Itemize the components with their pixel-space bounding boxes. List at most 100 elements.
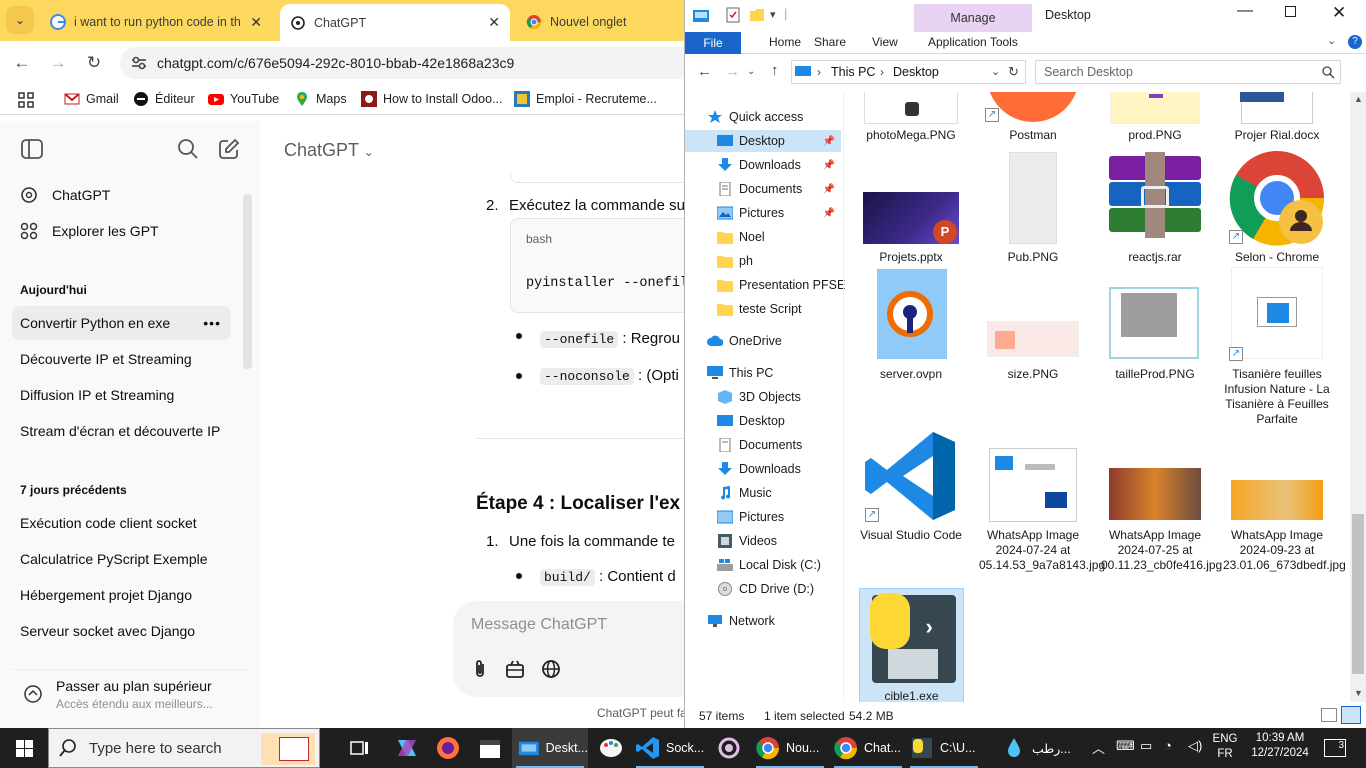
nav-folder-ph[interactable]: ph <box>717 250 753 272</box>
taskbar-app-python-console[interactable]: C:\U... <box>906 728 982 768</box>
address-bar[interactable]: › This PC › Desktop ⌄ ↻ <box>791 60 1026 84</box>
nav-music[interactable]: Music <box>717 482 772 504</box>
nav-folder-presentation[interactable]: Presentation PFSEN <box>717 274 854 296</box>
taskbar-app-vscode[interactable]: Sock... <box>632 728 708 768</box>
forward-icon[interactable]: → <box>46 52 70 74</box>
taskbar-search[interactable]: Type here to search <box>48 728 320 768</box>
scrollbar-thumb[interactable] <box>1352 514 1364 674</box>
refresh-icon[interactable]: ↻ <box>1008 64 1019 80</box>
recent-locations-icon[interactable]: ⌄ <box>747 66 755 77</box>
site-info-icon[interactable] <box>128 53 150 73</box>
nav-onedrive[interactable]: OneDrive <box>707 330 782 352</box>
large-icons-view-icon[interactable] <box>1341 706 1361 724</box>
nav-downloads[interactable]: Downloads 📌 <box>685 154 841 176</box>
new-chat-icon[interactable] <box>218 138 240 160</box>
pin-icon[interactable]: 📌 <box>823 136 835 147</box>
file-item[interactable]: server.ovpn <box>857 267 965 382</box>
upgrade-plan-button[interactable]: Passer au plan supérieur Accès étendu au… <box>12 669 247 719</box>
help-icon[interactable]: ? <box>1348 35 1362 49</box>
nav-local-disk[interactable]: Local Disk (C:) <box>717 554 821 576</box>
ribbon-tab-file[interactable]: File <box>685 32 741 54</box>
taskbar-app-chrome-new-tab[interactable]: Nou... <box>752 728 828 768</box>
tab-search-button[interactable]: ⌄ <box>6 6 34 34</box>
nav-folder-noel[interactable]: Noel <box>717 226 765 248</box>
file-item[interactable]: ↗ Selon - Chrome <box>1223 150 1331 265</box>
new-folder-icon[interactable] <box>749 7 765 23</box>
conversation-item[interactable]: Calculatrice PyScript Exemple <box>12 542 231 576</box>
customize-quick-access-icon[interactable]: ▾ <box>770 8 776 21</box>
search-input[interactable]: Search Desktop <box>1044 65 1133 79</box>
conversation-item[interactable]: Hébergement projet Django <box>12 578 231 612</box>
copilot-icon[interactable] <box>390 728 424 768</box>
model-selector[interactable]: ChatGPT ⌄ <box>284 140 374 161</box>
weather-widget[interactable]: رطب... <box>998 728 1078 768</box>
bookmark-editeur[interactable]: Éditeur <box>133 91 195 107</box>
taskbar-app-explorer[interactable]: Deskt... <box>512 728 588 768</box>
search-box[interactable]: Search Desktop <box>1035 60 1341 84</box>
file-item[interactable]: reactjs.rar <box>1101 150 1209 265</box>
attach-icon[interactable] <box>471 659 489 679</box>
taskbar-app-chrome-chatgpt[interactable]: Chat... <box>830 728 906 768</box>
sidebar-item-chatgpt[interactable]: ChatGPT <box>12 178 231 212</box>
task-view-icon[interactable] <box>345 728 375 768</box>
bookmark-youtube[interactable]: YouTube <box>208 91 279 107</box>
notification-center-icon[interactable]: 3 <box>1324 739 1346 757</box>
globe-icon[interactable] <box>541 659 561 679</box>
up-icon[interactable]: ↑ <box>771 62 779 79</box>
nav-pc-pictures[interactable]: Pictures <box>717 506 784 528</box>
file-item[interactable]: Projer Rial.docx <box>1223 92 1331 143</box>
message-composer[interactable]: Message ChatGPT <box>453 601 684 697</box>
search-input[interactable]: Type here to search <box>89 740 222 757</box>
ribbon-tab-application-tools[interactable]: Application Tools <box>928 35 1018 49</box>
scroll-down-icon[interactable]: ▼ <box>1354 688 1363 698</box>
nav-quick-access[interactable]: Quick access <box>707 106 803 128</box>
vertical-scrollbar[interactable]: ▲ ▼ <box>1350 92 1366 702</box>
nav-network[interactable]: Network <box>707 610 775 632</box>
file-item[interactable]: WhatsApp Image 2024-07-24 at 05.14.53_9a… <box>979 428 1105 573</box>
wifi-icon[interactable]: ◔ <box>1164 738 1172 753</box>
tab-chatgpt[interactable]: ChatGPT ✕ <box>280 4 510 41</box>
ribbon-tab-view[interactable]: View <box>872 35 898 49</box>
search-icon[interactable] <box>177 138 199 160</box>
clock[interactable]: 10:39 AM 12/27/2024 <box>1247 732 1313 759</box>
conversation-item[interactable]: Diffusion IP et Streaming <box>12 378 231 412</box>
paint-app-icon[interactable] <box>596 728 626 768</box>
file-item[interactable]: WhatsApp Image 2024-09-23 at 23.01.06_67… <box>1223 428 1346 573</box>
maximize-icon[interactable] <box>1285 6 1296 17</box>
message-input[interactable]: Message ChatGPT <box>471 616 607 634</box>
file-item[interactable]: ↗ Tisanière feuilles Infusion Nature - L… <box>1223 267 1331 427</box>
ribbon-tab-home[interactable]: Home <box>769 35 801 49</box>
nav-pc-documents[interactable]: Documents <box>717 434 802 456</box>
nav-pc-desktop[interactable]: Desktop <box>717 410 785 432</box>
tab-new-tab[interactable]: Nouvel onglet <box>516 6 684 38</box>
windows-start-icon[interactable] <box>16 740 33 757</box>
tools-icon[interactable] <box>505 659 525 679</box>
conversation-item[interactable]: Stream d'écran et découverte IP <box>12 414 231 448</box>
apps-grid-icon[interactable] <box>18 92 34 108</box>
pin-icon[interactable]: 📌 <box>823 160 835 171</box>
file-item[interactable]: WhatsApp Image 2024-07-25 at 00.11.23_cb… <box>1101 428 1222 573</box>
chevron-down-icon[interactable]: ⌄ <box>991 65 1000 78</box>
nav-folder-teste-script[interactable]: teste Script <box>717 298 802 320</box>
sidebar-scrollbar[interactable] <box>243 194 252 369</box>
input-language[interactable]: ENG FR <box>1212 733 1238 760</box>
address-bar[interactable]: chatgpt.com/c/676e5094-292c-8010-bbab-42… <box>120 47 700 79</box>
search-icon[interactable] <box>1322 66 1335 79</box>
conversation-item[interactable]: Convertir Python en exe ••• <box>12 306 231 340</box>
reload-icon[interactable]: ↻ <box>82 52 106 74</box>
file-item-selected[interactable]: › cible1.exe <box>859 588 964 702</box>
file-item[interactable]: tailleProd.PNG <box>1101 267 1209 382</box>
volume-icon[interactable]: ◁) <box>1188 738 1202 754</box>
battery-icon[interactable]: ▭ <box>1140 738 1152 754</box>
file-item[interactable]: ↗ Postman <box>979 92 1087 143</box>
file-item[interactable]: P Projets.pptx <box>857 150 965 265</box>
nav-pictures[interactable]: Pictures 📌 <box>685 202 841 224</box>
file-item[interactable]: Pub.PNG <box>979 150 1087 265</box>
breadcrumb-this-pc[interactable]: This PC <box>831 65 875 79</box>
close-icon[interactable]: ✕ <box>1332 3 1346 23</box>
sidebar-toggle-icon[interactable] <box>21 139 43 159</box>
firefox-icon[interactable] <box>432 728 464 768</box>
nav-videos[interactable]: Videos <box>717 530 777 552</box>
manage-tab[interactable]: Manage <box>914 4 1032 32</box>
nav-documents[interactable]: Documents 📌 <box>685 178 841 200</box>
